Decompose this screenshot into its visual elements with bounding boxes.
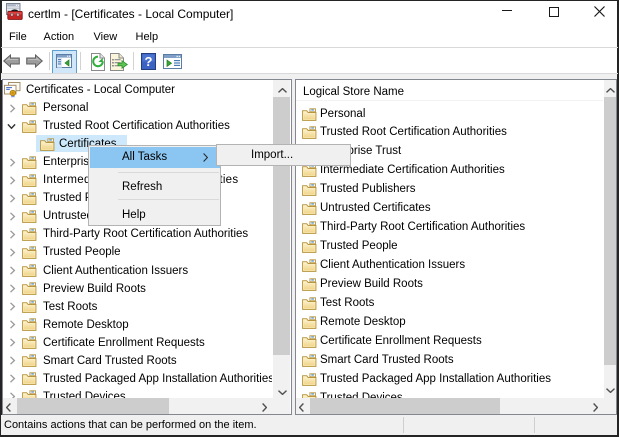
svg-text:?: ? bbox=[145, 54, 153, 69]
